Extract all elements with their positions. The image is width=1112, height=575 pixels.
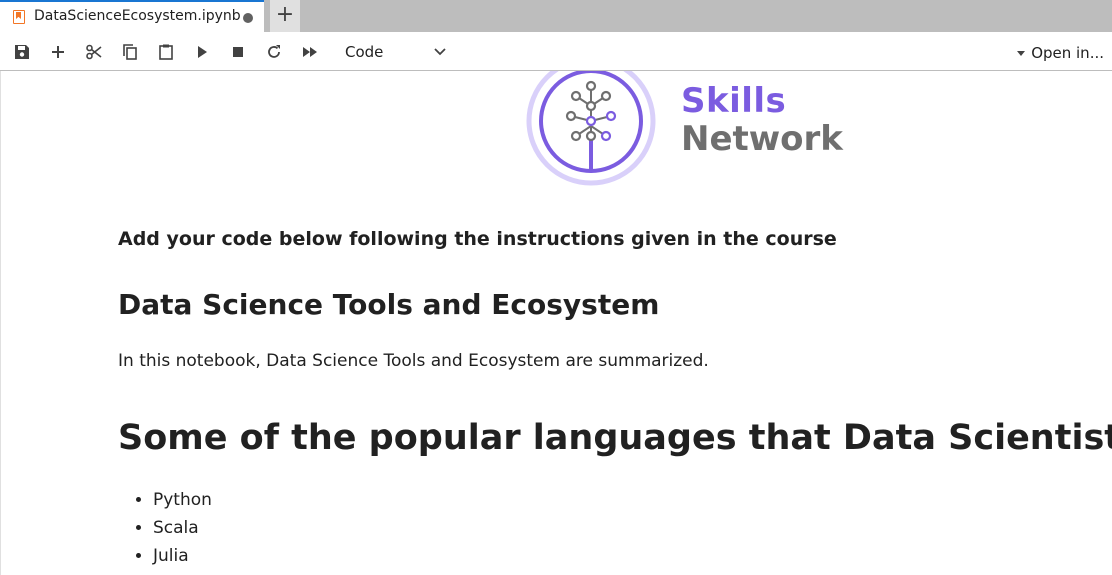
add-cell-button[interactable] — [47, 41, 69, 63]
paste-button[interactable] — [155, 41, 177, 63]
open-in-button[interactable]: Open in... — [1017, 44, 1104, 62]
copy-button[interactable] — [119, 41, 141, 63]
notebook-heading-2: Data Science Tools and Ecosystem — [118, 288, 660, 321]
save-button[interactable] — [11, 41, 33, 63]
unsaved-indicator-icon[interactable] — [243, 13, 253, 23]
list-item: Scala — [153, 516, 212, 544]
run-all-icon — [303, 47, 317, 57]
new-tab-button[interactable]: + — [270, 0, 300, 32]
notebook-tab[interactable]: DataScienceEcosystem.ipynb — [0, 0, 264, 32]
list-item: Python — [153, 488, 212, 516]
open-in-label: Open in... — [1031, 44, 1104, 62]
logo-skills-text: Skills — [681, 81, 787, 121]
summary-paragraph: In this notebook, Data Science Tools and… — [118, 351, 709, 371]
tab-title: DataScienceEcosystem.ipynb — [34, 8, 241, 24]
instruction-text: Add your code below following the instru… — [118, 228, 837, 250]
cell-type-select[interactable]: Code — [345, 43, 383, 61]
notebook-heading-1: Some of the popular languages that Data … — [118, 418, 1112, 458]
caret-down-icon — [1017, 51, 1026, 56]
run-button[interactable] — [191, 41, 213, 63]
cut-icon — [86, 44, 102, 60]
save-icon — [15, 45, 29, 59]
skills-network-logo-icon — [526, 71, 656, 186]
stop-button[interactable] — [227, 41, 249, 63]
languages-list: Python Scala Julia — [118, 488, 212, 572]
tab-bar: DataScienceEcosystem.ipynb + — [0, 0, 1112, 32]
run-all-button[interactable] — [299, 41, 321, 63]
restart-button[interactable] — [263, 41, 285, 63]
paste-icon — [159, 44, 173, 60]
notebook-icon — [13, 10, 25, 24]
run-icon — [198, 46, 207, 58]
list-item: Julia — [153, 544, 212, 572]
stop-icon — [233, 47, 243, 57]
notebook-content[interactable]: Skills Network Add your code below follo… — [0, 71, 1112, 575]
cut-button[interactable] — [83, 41, 105, 63]
chevron-down-icon[interactable] — [433, 45, 447, 59]
logo-network-text: Network — [681, 119, 843, 159]
restart-icon — [268, 45, 280, 58]
add-cell-icon — [52, 46, 64, 58]
notebook-toolbar: Code Open in... — [0, 32, 1112, 71]
copy-icon — [123, 44, 137, 60]
